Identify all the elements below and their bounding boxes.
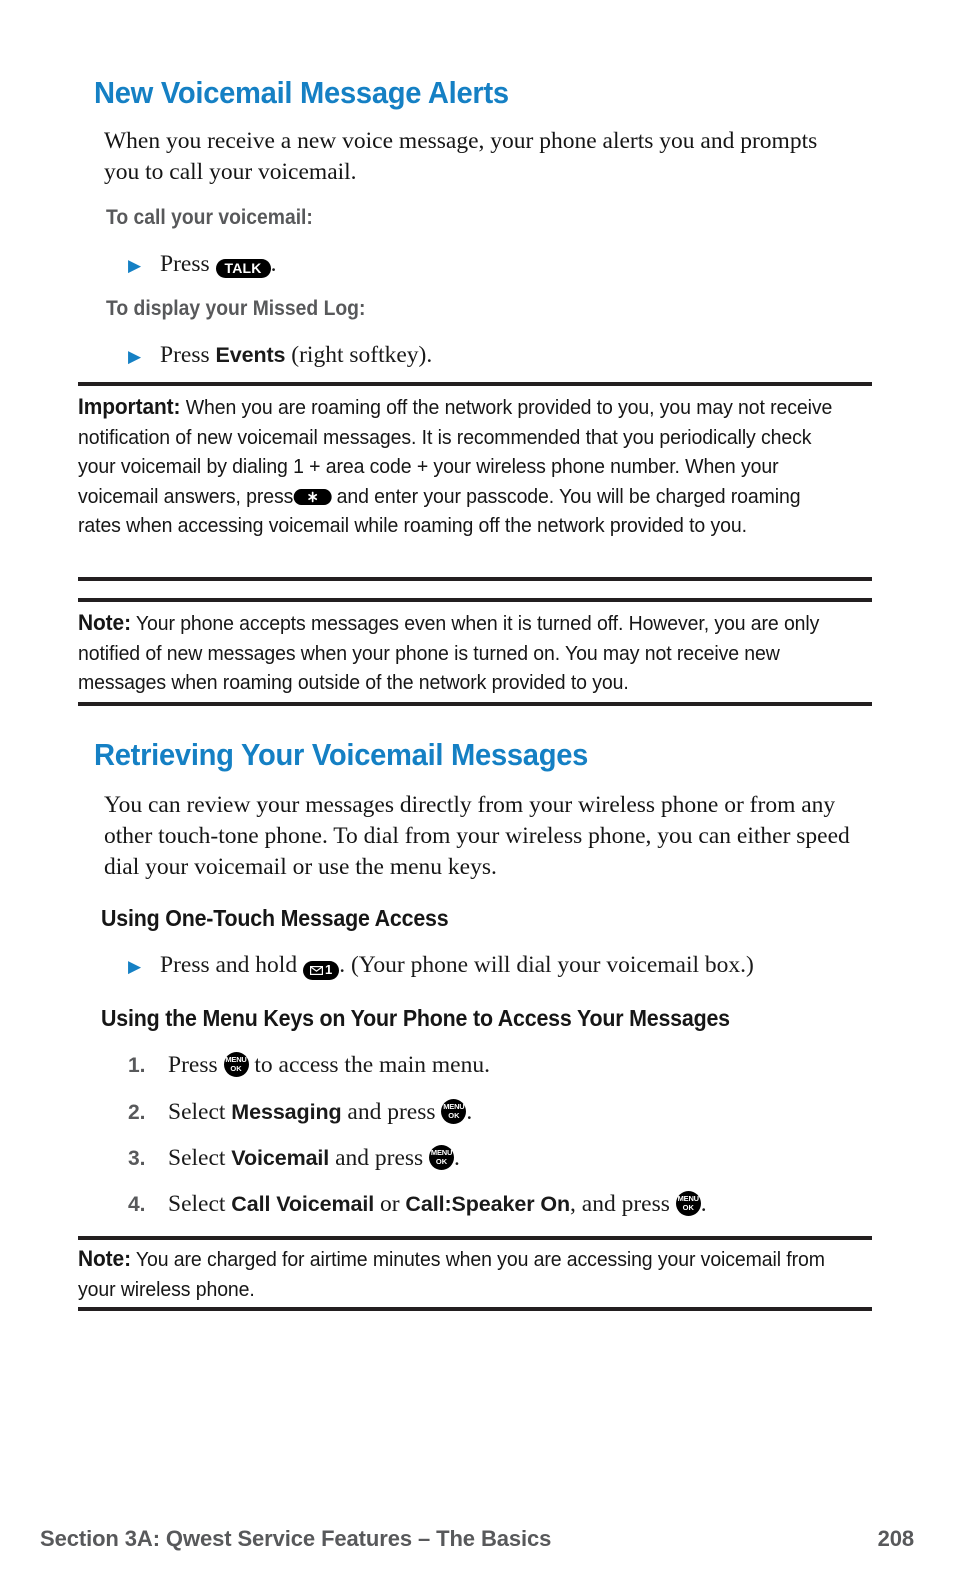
bullet-arrow-icon: ▶ — [128, 347, 142, 366]
important-rule-bottom — [78, 577, 872, 581]
note1-rule-bottom — [78, 702, 872, 706]
bullet-press-and-hold-voicemail: ▶ Press and hold 1 . (Your phone will dia… — [128, 950, 888, 982]
menu-key-top-label: MENU — [677, 1194, 699, 1203]
note1-rule-top — [78, 598, 872, 602]
menu-item-call-voicemail: Call Voicemail — [231, 1192, 375, 1216]
step-number: 1. — [128, 1054, 146, 1077]
step-tail: . — [466, 1099, 473, 1125]
bullet-arrow-icon: ▶ — [128, 256, 142, 275]
bullet-voicemail-box-note: . (Your phone will dial your voicemail b… — [339, 952, 754, 978]
section-heading-retrieving-voicemail: Retrieving Your Voicemail Messages — [94, 737, 589, 772]
note1-text: Your phone accepts messages even when it… — [78, 612, 820, 694]
section-heading-new-voicemail-alerts: New Voicemail Message Alerts — [94, 75, 509, 110]
step-verb: Select — [168, 1191, 226, 1217]
menu-ok-key-icon: MENU OK — [675, 1191, 701, 1216]
footer-section-label: Section 3A: Qwest Service Features – The… — [40, 1526, 552, 1551]
bullet-press-label: Press — [160, 251, 210, 277]
menu-item-call-speaker-on: Call:Speaker On — [405, 1192, 571, 1216]
manual-page: New Voicemail Message Alerts When you re… — [0, 0, 954, 1590]
talk-key-icon: TALK — [215, 259, 271, 278]
section2-intro-paragraph: You can review your messages directly fr… — [104, 792, 850, 880]
menu-key-bottom-label: OK — [682, 1202, 694, 1212]
subheading-to-call-voicemail: To call your voicemail: — [106, 206, 313, 229]
subheading-to-display-missed-log: To display your Missed Log: — [106, 297, 366, 320]
menu-key-bottom-label: OK — [448, 1110, 460, 1120]
list-item-step-3: 3. Select Voicemail and press MENU OK. — [128, 1143, 888, 1174]
step-mid: and press — [347, 1099, 436, 1125]
menu-key-bottom-label: OK — [435, 1156, 448, 1166]
bullet-press-and-hold-label: Press and hold — [160, 952, 298, 978]
step-tail: . — [700, 1191, 707, 1217]
step-tail: . — [454, 1145, 460, 1171]
step-mid: or — [379, 1191, 400, 1217]
envelope-icon — [309, 963, 323, 978]
voicemail-key-number: 1 — [324, 962, 333, 977]
menu-ok-key-icon: MENU OK — [441, 1099, 467, 1124]
note2-text: You are charged for airtime minutes when… — [78, 1248, 825, 1301]
list-item-step-2: 2. Select Messaging and press MENU OK. — [128, 1097, 888, 1128]
menu-key-bottom-label: OK — [230, 1063, 242, 1073]
page-number: 208 — [877, 1526, 915, 1551]
section1-intro-paragraph: When you receive a new voice message, yo… — [104, 128, 818, 185]
menu-ok-key-icon: MENU OK — [223, 1052, 249, 1077]
star-key-icon — [293, 488, 332, 505]
list-item-step-1: 1. Press MENU OK to access the main menu. — [128, 1050, 888, 1081]
important-rule-top — [78, 382, 872, 386]
step-number: 2. — [128, 1101, 146, 1124]
step-verb: Select — [168, 1145, 226, 1171]
note2-rule-top — [78, 1236, 872, 1240]
step-mid2: , and press — [570, 1191, 670, 1217]
voicemail-key-icon: 1 — [302, 961, 340, 980]
bullet-press-talk: ▶ Press TALK. — [128, 249, 848, 281]
list-item-step-4: 4. Select Call Voicemail or Call:Speaker… — [128, 1189, 908, 1220]
bullet-right-softkey-note: (right softkey). — [291, 342, 433, 368]
note1-label: Note: — [78, 610, 131, 635]
events-softkey-label: Events — [215, 343, 286, 367]
menu-key-top-label: MENU — [225, 1055, 247, 1064]
note2-label: Note: — [78, 1246, 131, 1271]
important-label: Important: — [78, 394, 181, 419]
note1-callout: Note: Your phone accepts messages even w… — [78, 608, 832, 698]
menu-key-top-label: MENU — [430, 1148, 453, 1157]
note2-rule-bottom — [78, 1307, 872, 1311]
bullet-press-events: ▶ Press Events (right softkey). — [128, 340, 848, 372]
bullet-arrow-icon: ▶ — [128, 957, 142, 976]
step-mid: and press — [335, 1145, 424, 1171]
menu-item-messaging: Messaging — [231, 1100, 342, 1124]
step-verb: Select — [168, 1099, 226, 1125]
menu-item-voicemail: Voicemail — [231, 1146, 330, 1170]
subheading-one-touch-message-access: Using One-Touch Message Access — [101, 905, 449, 931]
step-verb: Press — [168, 1052, 218, 1078]
menu-ok-key-icon: MENU OK — [429, 1145, 455, 1170]
bullet-press-label: Press — [160, 342, 210, 368]
page-footer: Section 3A: Qwest Service Features – The… — [40, 1526, 914, 1552]
step-number: 4. — [128, 1193, 146, 1216]
note2-callout: Note: You are charged for airtime minute… — [78, 1244, 832, 1304]
bullet-press-talk-period: . — [270, 251, 277, 277]
step-number: 3. — [128, 1147, 146, 1170]
subheading-using-menu-keys: Using the Menu Keys on Your Phone to Acc… — [101, 1005, 730, 1031]
important-callout: Important: When you are roaming off the … — [78, 392, 832, 541]
step-tail: to access the main menu. — [254, 1052, 490, 1078]
menu-key-top-label: MENU — [443, 1102, 465, 1111]
